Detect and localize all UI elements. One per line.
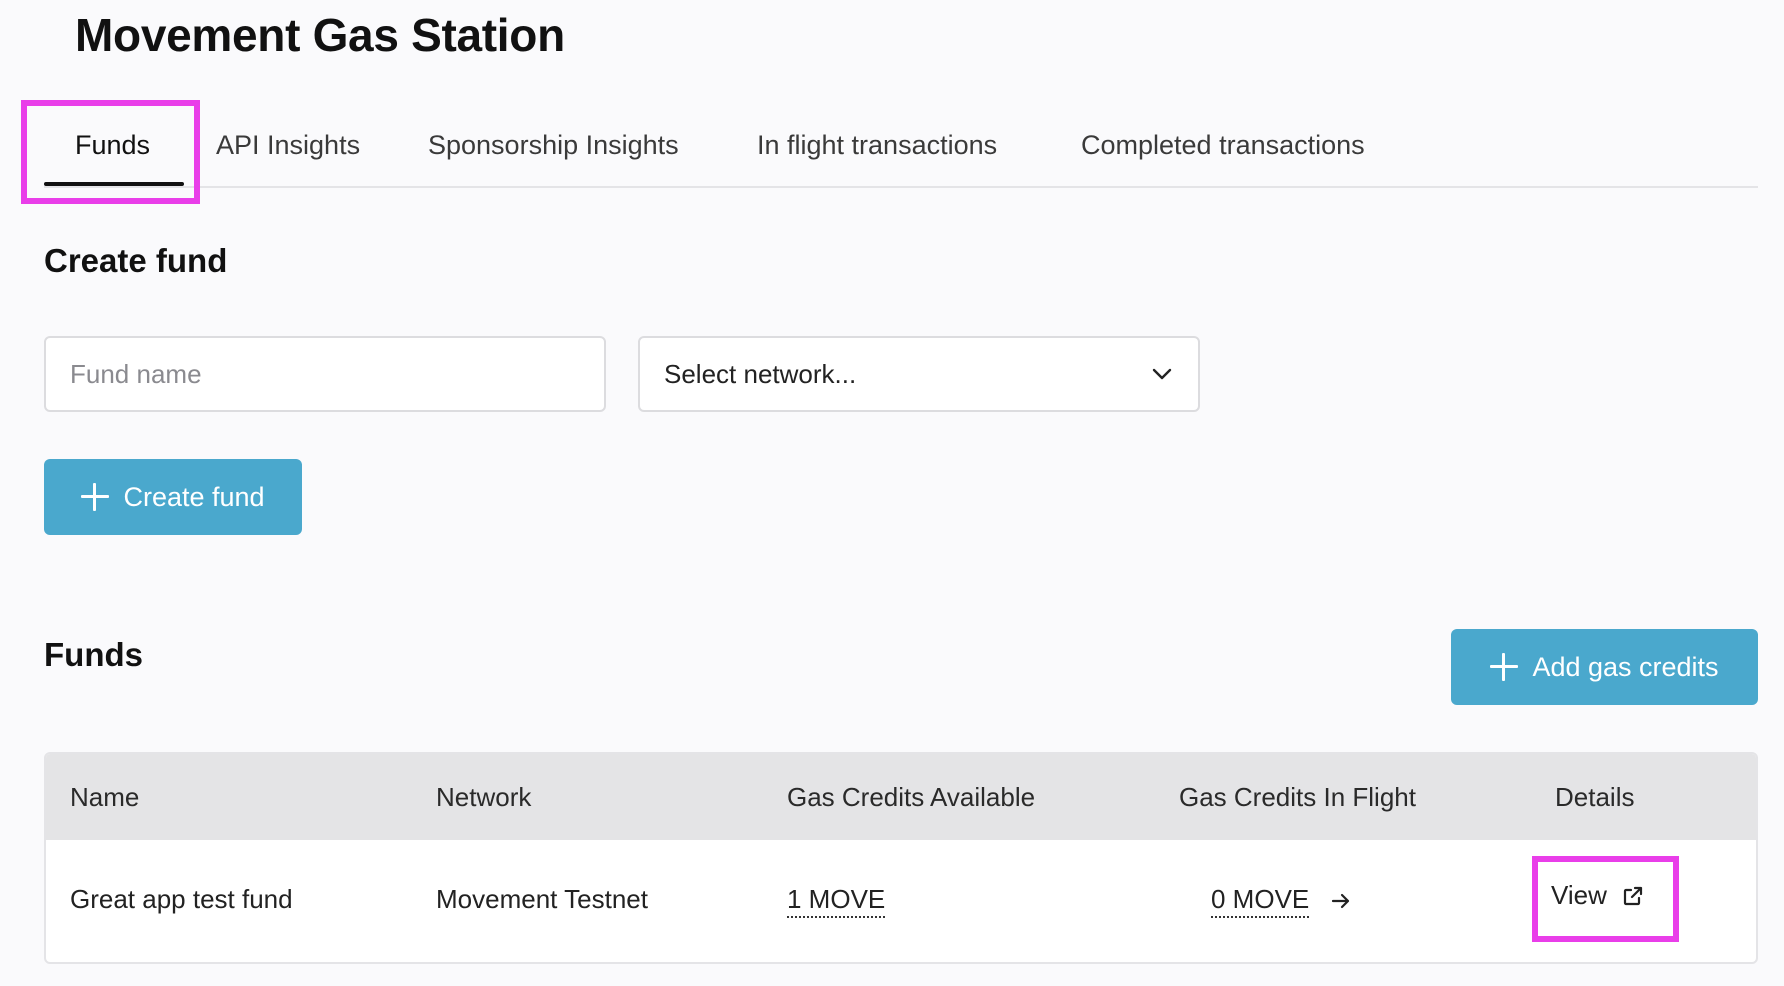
add-gas-credits-label: Add gas credits	[1532, 651, 1719, 682]
gas-available-link[interactable]: 1 MOVE	[787, 884, 886, 918]
plus-icon	[1490, 653, 1519, 681]
tab-api-insights[interactable]: API Insights	[216, 130, 360, 161]
tab-label: In flight transactions	[757, 130, 998, 160]
network-cell: Movement Testnet	[436, 884, 648, 914]
tab-label: Funds	[75, 130, 151, 160]
tab-funds[interactable]: Funds	[75, 130, 150, 161]
fund-name-input[interactable]	[44, 336, 606, 412]
funds-table: Name Network Gas Credits Available Gas C…	[44, 752, 1758, 964]
active-tab-underline	[44, 182, 184, 186]
page-title: Movement Gas Station	[75, 9, 565, 61]
create-fund-button[interactable]: Create fund	[44, 459, 302, 535]
tab-in-flight-transactions[interactable]: In flight transactions	[757, 130, 997, 161]
funds-title: Funds	[44, 636, 143, 673]
tab-bar: Funds API Insights Sponsorship Insights …	[44, 110, 1758, 188]
plus-icon	[81, 483, 110, 511]
tab-sponsorship-insights[interactable]: Sponsorship Insights	[428, 130, 679, 161]
fund-name-cell: Great app test fund	[70, 884, 293, 914]
gas-in-flight-cell[interactable]: 0 MOVE	[1211, 884, 1352, 918]
add-gas-credits-button[interactable]: Add gas credits	[1451, 629, 1758, 705]
chevron-down-icon	[1152, 368, 1172, 380]
external-link-icon	[1623, 886, 1642, 905]
gas-available-cell: 1 MOVE	[787, 884, 886, 918]
tab-label: Sponsorship Insights	[428, 130, 679, 160]
column-header-gas-available: Gas Credits Available	[787, 782, 1036, 812]
view-details-link[interactable]: View	[1551, 880, 1645, 911]
tab-completed-transactions[interactable]: Completed transactions	[1081, 130, 1365, 161]
gas-in-flight-link[interactable]: 0 MOVE	[1211, 884, 1310, 918]
arrow-right-icon	[1332, 894, 1350, 909]
view-label: View	[1551, 880, 1607, 910]
page: Movement Gas Station Funds API Insights …	[0, 0, 1784, 986]
table-header: Name Network Gas Credits Available Gas C…	[46, 754, 1756, 840]
column-header-gas-in-flight: Gas Credits In Flight	[1179, 782, 1416, 812]
tab-label: API Insights	[216, 130, 361, 160]
network-select[interactable]: Select network...	[638, 336, 1200, 412]
tab-label: Completed transactions	[1081, 130, 1365, 160]
create-fund-button-label: Create fund	[123, 481, 265, 512]
create-fund-title: Create fund	[44, 242, 228, 279]
column-header-network: Network	[436, 782, 532, 812]
network-select-value: Select network...	[664, 358, 857, 389]
column-header-name: Name	[70, 782, 140, 812]
column-header-details: Details	[1555, 782, 1635, 812]
